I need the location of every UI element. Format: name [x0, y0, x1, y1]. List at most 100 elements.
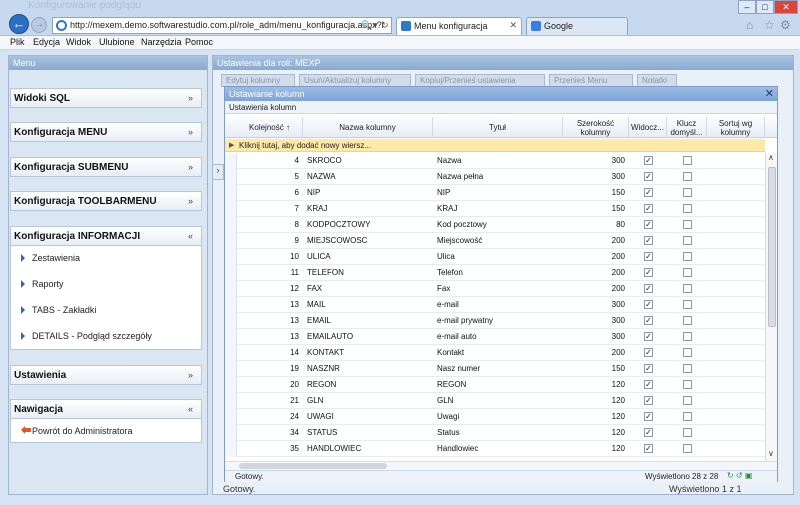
table-row[interactable]: 13 MAIL e-mail 300 ✓ — [225, 297, 765, 313]
refresh-icon[interactable]: ↻ — [381, 20, 389, 31]
visible-checkbox[interactable]: ✓ — [644, 156, 653, 165]
chevron-down-icon[interactable]: » — [188, 162, 193, 172]
chevron-down-icon[interactable]: » — [188, 370, 193, 380]
visible-checkbox[interactable]: ✓ — [644, 380, 653, 389]
section-konfiguracja-submenu[interactable]: Konfiguracja SUBMENU » — [10, 157, 202, 177]
favorites-star-icon[interactable]: ☆ — [764, 18, 775, 32]
key-checkbox[interactable] — [683, 252, 692, 261]
visible-checkbox[interactable]: ✓ — [644, 316, 653, 325]
chevron-up-icon[interactable]: « — [188, 231, 193, 241]
maximize-button[interactable]: □ — [756, 0, 774, 14]
menu-widok[interactable]: Widok — [66, 37, 91, 47]
item-details-podglad[interactable]: DETAILS - Podgląd szczegóły — [11, 324, 201, 350]
item-tabs-zakladki[interactable]: TABS - Zakładki — [11, 298, 201, 324]
chevron-down-icon[interactable]: » — [188, 127, 193, 137]
collapse-left-button[interactable]: › — [212, 164, 224, 180]
key-checkbox[interactable] — [683, 172, 692, 181]
visible-checkbox[interactable]: ✓ — [644, 204, 653, 213]
row-selector[interactable] — [225, 425, 237, 441]
row-selector[interactable] — [225, 217, 237, 233]
table-row[interactable]: 20 REGON REGON 120 ✓ — [225, 377, 765, 393]
chevron-down-icon[interactable]: » — [188, 196, 193, 206]
close-tab-icon[interactable]: ✕ — [509, 20, 517, 31]
table-row[interactable]: 21 GLN GLN 120 ✓ — [225, 393, 765, 409]
dropdown-icon[interactable]: ▾ — [373, 20, 378, 31]
home-icon[interactable]: ⌂ — [746, 18, 753, 32]
table-row[interactable]: 5 NAZWA Nazwa pełna 300 ✓ — [225, 169, 765, 185]
visible-checkbox[interactable]: ✓ — [644, 364, 653, 373]
table-row[interactable]: 35 HANDLOWIEC Handlowiec 120 ✓ — [225, 441, 765, 457]
key-checkbox[interactable] — [683, 428, 692, 437]
key-checkbox[interactable] — [683, 156, 692, 165]
key-checkbox[interactable] — [683, 204, 692, 213]
address-url[interactable]: http://mexem.demo.softwarestudio.com.pl/… — [70, 20, 384, 30]
table-row[interactable]: 13 EMAILAUTO e-mail auto 300 ✓ — [225, 329, 765, 345]
row-selector[interactable] — [225, 201, 237, 217]
section-widoki-sql[interactable]: Widoki SQL » — [10, 88, 202, 108]
col-nazwa-kolumny[interactable]: Nazwa kolumny — [303, 117, 433, 138]
visible-checkbox[interactable]: ✓ — [644, 188, 653, 197]
col-widoczna[interactable]: Widocz... — [629, 117, 667, 138]
row-selector[interactable] — [225, 345, 237, 361]
key-checkbox[interactable] — [683, 300, 692, 309]
col-kolejnosc[interactable]: Kolejność ↑ — [237, 117, 303, 138]
tab-menu-konfiguracja[interactable]: Menu konfiguracja ✕ — [396, 17, 522, 35]
visible-checkbox[interactable]: ✓ — [644, 412, 653, 421]
table-row[interactable]: 6 NIP NIP 150 ✓ — [225, 185, 765, 201]
visible-checkbox[interactable]: ✓ — [644, 332, 653, 341]
table-row[interactable]: 12 FAX Fax 200 ✓ — [225, 281, 765, 297]
row-selector[interactable] — [225, 281, 237, 297]
row-selector[interactable] — [225, 249, 237, 265]
table-row[interactable]: 7 KRAJ KRAJ 150 ✓ — [225, 201, 765, 217]
visible-checkbox[interactable]: ✓ — [644, 284, 653, 293]
row-selector[interactable] — [225, 361, 237, 377]
row-selector[interactable] — [225, 409, 237, 425]
item-zestawienia[interactable]: Zestawienia — [11, 246, 201, 272]
scroll-down-icon[interactable]: ∨ — [768, 449, 774, 458]
chevron-down-icon[interactable]: » — [188, 93, 193, 103]
section-konfiguracja-menu[interactable]: Konfiguracja MENU » — [10, 122, 202, 142]
close-icon[interactable]: ✕ — [765, 87, 774, 100]
table-row[interactable]: 9 MIEJSCOWOSC Miejscowość 200 ✓ — [225, 233, 765, 249]
visible-checkbox[interactable]: ✓ — [644, 444, 653, 453]
key-checkbox[interactable] — [683, 444, 692, 453]
chevron-up-icon[interactable]: « — [188, 404, 193, 414]
key-checkbox[interactable] — [683, 316, 692, 325]
visible-checkbox[interactable]: ✓ — [644, 428, 653, 437]
row-selector[interactable] — [225, 169, 237, 185]
col-tytul[interactable]: Tytuł — [433, 117, 563, 138]
address-bar[interactable]: http://mexem.demo.softwarestudio.com.pl/… — [52, 17, 392, 34]
item-powrot-admin[interactable]: Powrót do Administratora — [11, 419, 201, 445]
menu-plik[interactable]: Plik — [10, 37, 25, 47]
add-new-row[interactable]: ▶ Kliknij tutaj, aby dodać nowy wiersz..… — [225, 139, 765, 152]
key-checkbox[interactable] — [683, 236, 692, 245]
row-selector[interactable] — [225, 265, 237, 281]
table-row[interactable]: 4 SKROCO Nazwa 300 ✓ — [225, 153, 765, 169]
row-selector[interactable] — [225, 441, 237, 457]
key-checkbox[interactable] — [683, 284, 692, 293]
back-button[interactable]: ← — [9, 14, 29, 34]
hscroll-thumb[interactable] — [239, 463, 387, 469]
table-row[interactable]: 24 UWAGI Uwagi 120 ✓ — [225, 409, 765, 425]
col-sortuj[interactable]: Sortuj wg kolumny — [707, 117, 765, 138]
key-checkbox[interactable] — [683, 220, 692, 229]
gear-icon[interactable]: ⚙ — [780, 18, 791, 32]
col-szerokosc[interactable]: Szerokość kolumny — [563, 117, 629, 138]
section-konfiguracja-toolbarmenu[interactable]: Konfiguracja TOOLBARMENU » — [10, 191, 202, 211]
menu-ulubione[interactable]: Ulubione — [99, 37, 135, 47]
key-checkbox[interactable] — [683, 396, 692, 405]
row-selector[interactable] — [225, 185, 237, 201]
row-selector[interactable] — [225, 153, 237, 169]
key-checkbox[interactable] — [683, 188, 692, 197]
scroll-up-icon[interactable]: ∧ — [768, 153, 774, 162]
tab-google[interactable]: Google — [526, 17, 628, 35]
section-konfiguracja-informacji[interactable]: Konfiguracja INFORMACJI « — [10, 226, 202, 246]
row-selector[interactable] — [225, 297, 237, 313]
row-selector[interactable] — [225, 233, 237, 249]
menu-pomoc[interactable]: Pomoc — [185, 37, 213, 47]
visible-checkbox[interactable]: ✓ — [644, 300, 653, 309]
key-checkbox[interactable] — [683, 268, 692, 277]
refresh-icon[interactable]: ↻ ↺ ▣ — [727, 471, 752, 480]
table-row[interactable]: 13 EMAIL e-mail prywatny 300 ✓ — [225, 313, 765, 329]
menu-edycja[interactable]: Edycja — [33, 37, 60, 47]
